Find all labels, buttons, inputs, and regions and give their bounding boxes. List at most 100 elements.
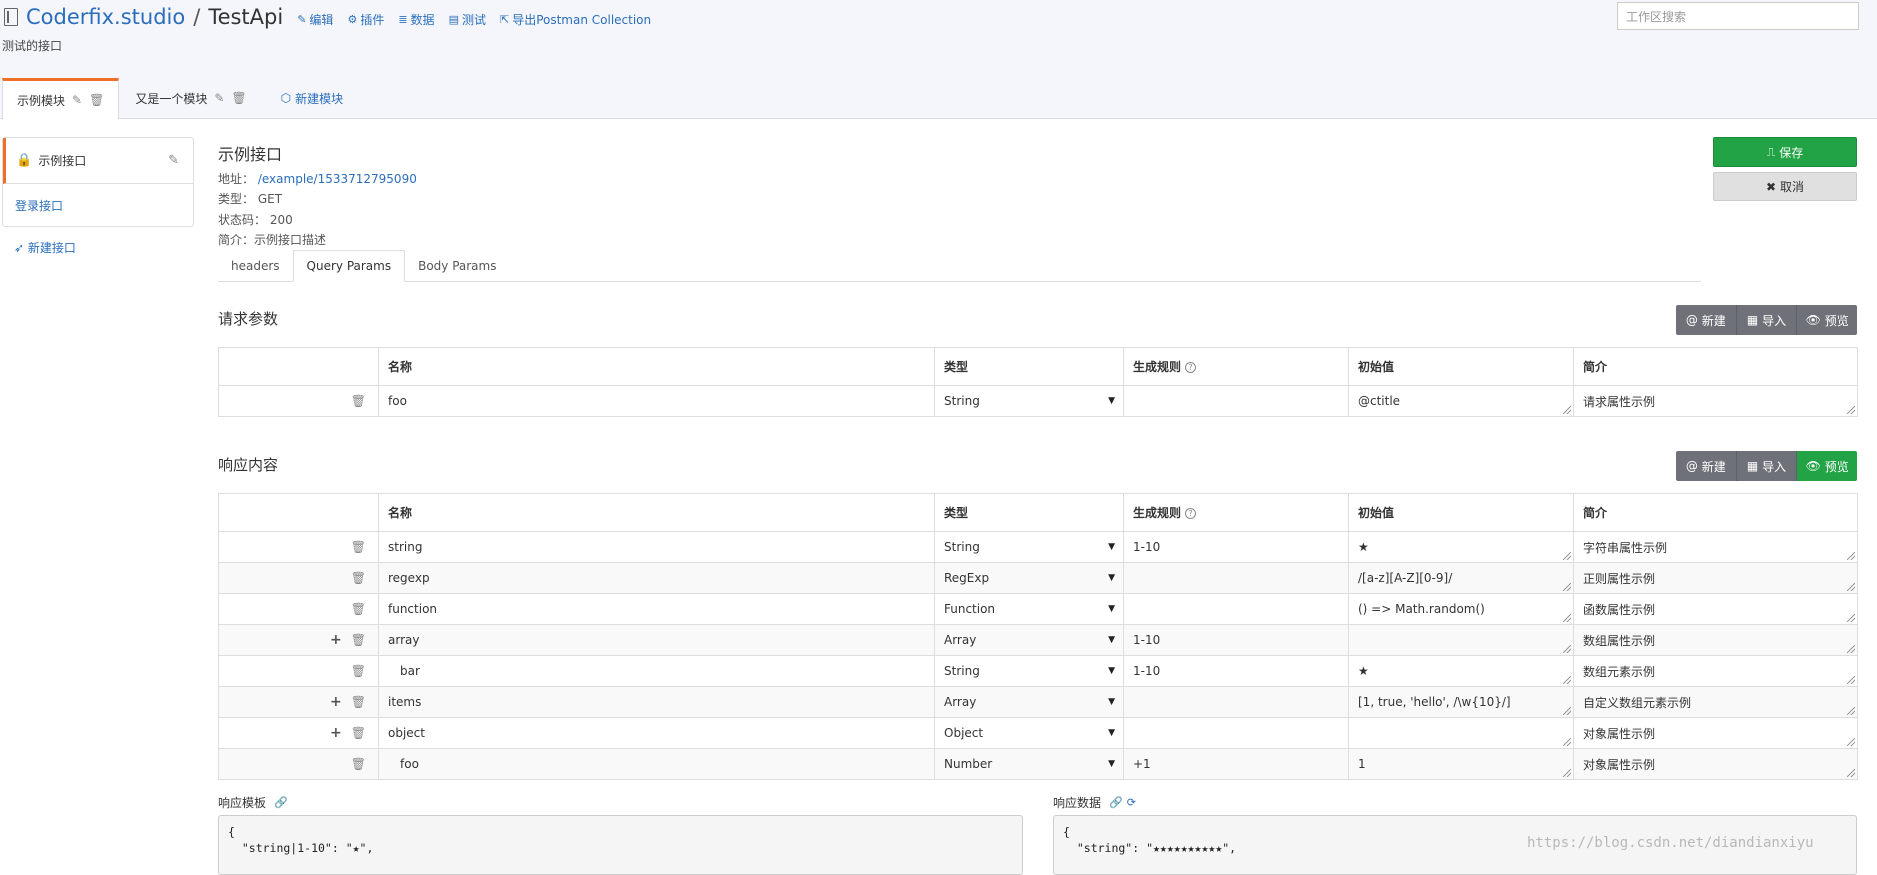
trash-icon[interactable]: 🗑 bbox=[351, 695, 366, 709]
resize-grip-icon[interactable] bbox=[1563, 645, 1571, 653]
name-cell[interactable]: bar bbox=[378, 655, 935, 687]
value-textarea[interactable]: /[a-z][A-Z][0-9]/ bbox=[1348, 562, 1574, 594]
help-icon[interactable]: ? bbox=[1185, 362, 1197, 373]
resize-grip-icon[interactable] bbox=[1847, 552, 1855, 560]
resize-grip-icon[interactable] bbox=[1563, 769, 1571, 777]
request-preview-button[interactable]: 👁 预览 bbox=[1797, 305, 1857, 335]
value-textarea[interactable]: () => Math.random() bbox=[1348, 593, 1574, 625]
resize-grip-icon[interactable] bbox=[1847, 738, 1855, 746]
type-select[interactable]: Function ▼ bbox=[934, 593, 1124, 625]
request-import-button[interactable]: ▦ 导入 bbox=[1736, 305, 1798, 335]
tab-body-params[interactable]: Body Params bbox=[405, 250, 509, 282]
name-cell[interactable]: foo bbox=[378, 748, 935, 780]
response-preview-button[interactable]: 👁 预览 bbox=[1797, 451, 1857, 481]
trash-icon[interactable]: 🗑 bbox=[351, 633, 366, 647]
api-item-example[interactable]: 🔒 示例接口 ✎ bbox=[3, 138, 193, 184]
pencil-icon[interactable]: ✎ bbox=[72, 93, 82, 107]
resize-grip-icon[interactable] bbox=[1563, 707, 1571, 715]
refresh-icon[interactable]: ⟳ bbox=[1127, 796, 1136, 809]
desc-textarea[interactable]: 字符串属性示例 bbox=[1573, 531, 1858, 563]
value-textarea[interactable]: [1, true, 'hello', /\w{10}/] bbox=[1348, 686, 1574, 718]
new-module-button[interactable]: ⬡ 新建模块 bbox=[263, 77, 348, 119]
value-textarea[interactable]: 1 bbox=[1348, 748, 1574, 780]
tab-headers[interactable]: headers bbox=[218, 250, 293, 282]
help-icon[interactable]: ? bbox=[1185, 508, 1197, 519]
resize-grip-icon[interactable] bbox=[1847, 614, 1855, 622]
resize-grip-icon[interactable] bbox=[1847, 406, 1855, 414]
workspace-search-input[interactable]: 工作区搜索 bbox=[1617, 2, 1859, 30]
type-select[interactable]: String ▼ bbox=[934, 385, 1124, 417]
desc-textarea[interactable]: 请求属性示例 bbox=[1573, 385, 1858, 417]
resize-grip-icon[interactable] bbox=[1847, 707, 1855, 715]
trash-icon[interactable]: 🗑 bbox=[351, 540, 366, 554]
resize-grip-icon[interactable] bbox=[1847, 676, 1855, 684]
rule-input[interactable]: 1-10 bbox=[1123, 655, 1349, 687]
name-cell[interactable]: foo bbox=[378, 385, 935, 417]
value-textarea[interactable] bbox=[1348, 624, 1574, 656]
name-cell[interactable]: regexp bbox=[378, 562, 935, 594]
plugin-link[interactable]: ⚙ 插件 bbox=[347, 11, 384, 28]
type-select[interactable]: String ▼ bbox=[934, 531, 1124, 563]
type-select[interactable]: Array ▼ bbox=[934, 624, 1124, 656]
new-api-button[interactable]: ➶ 新建接口 bbox=[14, 239, 76, 256]
type-select[interactable]: RegExp ▼ bbox=[934, 562, 1124, 594]
type-select[interactable]: String ▼ bbox=[934, 655, 1124, 687]
api-item-label[interactable]: 登录接口 bbox=[15, 197, 63, 214]
trash-icon[interactable]: 🗑 bbox=[351, 664, 366, 678]
response-new-button[interactable]: @ 新建 bbox=[1676, 451, 1737, 481]
rule-input[interactable]: 1-10 bbox=[1123, 624, 1349, 656]
desc-textarea[interactable]: 正则属性示例 bbox=[1573, 562, 1858, 594]
trash-icon[interactable]: 🗑 bbox=[231, 91, 246, 105]
trash-icon[interactable]: 🗑 bbox=[351, 757, 366, 771]
api-item-login[interactable]: 登录接口 bbox=[3, 184, 193, 226]
trash-icon[interactable]: 🗑 bbox=[351, 394, 366, 408]
pencil-icon[interactable]: ✎ bbox=[214, 91, 224, 105]
module-tab-example[interactable]: 示例模块 ✎ 🗑 bbox=[2, 78, 120, 120]
link-icon[interactable]: 🔗 bbox=[274, 796, 288, 809]
save-button[interactable]: ⎍ 保存 bbox=[1713, 137, 1857, 167]
resize-grip-icon[interactable] bbox=[1563, 738, 1571, 746]
rule-input[interactable] bbox=[1123, 593, 1349, 625]
resize-grip-icon[interactable] bbox=[1563, 406, 1571, 414]
value-textarea[interactable]: ★ bbox=[1348, 531, 1574, 563]
resize-grip-icon[interactable] bbox=[1563, 614, 1571, 622]
resize-grip-icon[interactable] bbox=[1847, 769, 1855, 777]
desc-textarea[interactable]: 数组属性示例 bbox=[1573, 624, 1858, 656]
trash-icon[interactable]: 🗑 bbox=[351, 602, 366, 616]
rule-input[interactable] bbox=[1123, 717, 1349, 749]
data-link[interactable]: ≣ 数据 bbox=[398, 11, 434, 28]
name-cell[interactable]: function bbox=[378, 593, 935, 625]
value-textarea[interactable] bbox=[1348, 717, 1574, 749]
resize-grip-icon[interactable] bbox=[1847, 583, 1855, 591]
trash-icon[interactable]: 🗑 bbox=[351, 571, 366, 585]
desc-textarea[interactable]: 对象属性示例 bbox=[1573, 717, 1858, 749]
type-select[interactable]: Array ▼ bbox=[934, 686, 1124, 718]
trash-icon[interactable]: 🗑 bbox=[351, 726, 366, 740]
resize-grip-icon[interactable] bbox=[1563, 676, 1571, 684]
export-postman-link[interactable]: ⇱ 导出Postman Collection bbox=[500, 11, 651, 28]
module-tab-another[interactable]: 又是一个模块 ✎ 🗑 bbox=[121, 77, 260, 119]
response-import-button[interactable]: ▦ 导入 bbox=[1736, 451, 1798, 481]
name-cell[interactable]: array bbox=[378, 624, 935, 656]
add-child-icon[interactable]: + bbox=[330, 725, 342, 741]
type-select[interactable]: Number ▼ bbox=[934, 748, 1124, 780]
test-link[interactable]: ▤ 测试 bbox=[449, 11, 486, 28]
rule-input[interactable] bbox=[1123, 385, 1349, 417]
desc-textarea[interactable]: 函数属性示例 bbox=[1573, 593, 1858, 625]
resize-grip-icon[interactable] bbox=[1847, 645, 1855, 653]
desc-textarea[interactable]: 数组元素示例 bbox=[1573, 655, 1858, 687]
name-cell[interactable]: string bbox=[378, 531, 935, 563]
rule-input[interactable]: +1 bbox=[1123, 748, 1349, 780]
request-new-button[interactable]: @ 新建 bbox=[1676, 305, 1737, 335]
response-template-code[interactable]: { "string|1-10": "★", bbox=[218, 815, 1023, 875]
pencil-icon[interactable]: ✎ bbox=[168, 153, 179, 168]
rule-input[interactable] bbox=[1123, 562, 1349, 594]
api-url-link[interactable]: /example/1533712795090 bbox=[258, 172, 417, 186]
resize-grip-icon[interactable] bbox=[1563, 552, 1571, 560]
rule-input[interactable] bbox=[1123, 686, 1349, 718]
trash-icon[interactable]: 🗑 bbox=[89, 93, 104, 107]
desc-textarea[interactable]: 自定义数组元素示例 bbox=[1573, 686, 1858, 718]
tab-query-params[interactable]: Query Params bbox=[292, 250, 406, 282]
org-link[interactable]: Coderfix.studio bbox=[26, 5, 185, 29]
value-textarea[interactable]: ★ bbox=[1348, 655, 1574, 687]
